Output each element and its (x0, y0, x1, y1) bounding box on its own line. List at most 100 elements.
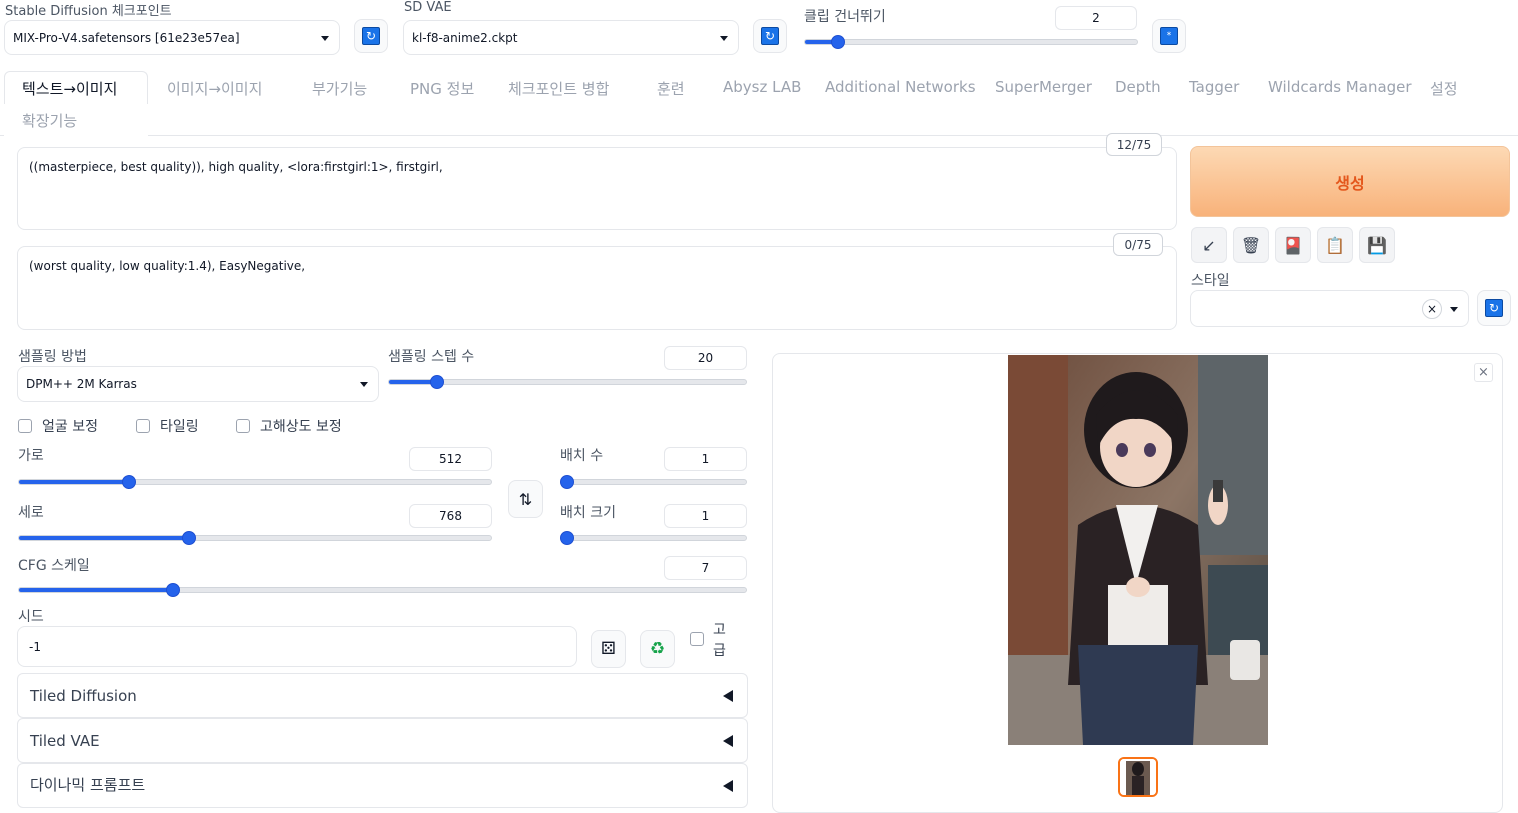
read-params-button[interactable]: ↙ (1191, 227, 1227, 263)
restore-faces-checkbox[interactable] (18, 419, 32, 433)
trash-icon: 🗑 (1240, 235, 1262, 255)
width-input[interactable]: 512 (409, 447, 492, 471)
hires-fix-checkbox[interactable] (236, 419, 250, 433)
cfg-scale-track[interactable] (18, 587, 747, 593)
restore-faces-label: 얼굴 보정 (42, 419, 98, 435)
refresh-icon: ↻ (362, 27, 380, 45)
sampling-steps-input[interactable]: 20 (664, 346, 747, 370)
accordion-tiled-vae[interactable]: Tiled VAE (17, 718, 748, 763)
cfg-scale-input[interactable]: 7 (664, 556, 747, 580)
generated-image-art (1008, 355, 1268, 745)
checkpoint-value: MIX-Pro-V4.safetensors [61e23e57ea] (13, 30, 240, 45)
tiling-label: 타일링 (160, 419, 199, 435)
extra-networks-button[interactable]: 🎴 (1275, 227, 1311, 263)
sampling-steps-thumb[interactable] (430, 375, 444, 389)
dice-icon: ⚄ (601, 639, 616, 659)
clip-skip-slider-thumb[interactable] (831, 35, 845, 49)
checkpoint-refresh-button[interactable]: ↻ (354, 19, 388, 53)
batch-size-thumb[interactable] (560, 531, 574, 545)
style-label: 스타일 (1191, 273, 1230, 289)
chevron-down-icon (360, 382, 368, 387)
recycle-icon: ♻ (649, 639, 666, 659)
save-style-button[interactable]: 💾 (1359, 227, 1395, 263)
generate-button[interactable]: 생성 (1190, 146, 1510, 217)
cards-icon: 🎴 (1283, 235, 1303, 255)
seed-input[interactable]: -1 (17, 626, 577, 667)
batch-count-thumb[interactable] (560, 475, 574, 489)
extra-seed-label-1: 고 (713, 622, 726, 638)
batch-size-input[interactable]: 1 (664, 504, 747, 528)
height-thumb[interactable] (182, 531, 196, 545)
tiling-checkbox[interactable] (136, 419, 150, 433)
width-label: 가로 (18, 448, 44, 464)
cfg-scale-thumb[interactable] (166, 583, 180, 597)
tab-divider (0, 135, 1518, 136)
refresh-icon: ↻ (761, 27, 779, 45)
tab-extensions[interactable]: 확장기능 (22, 110, 77, 131)
tab-extras[interactable]: 부가기능 (312, 78, 367, 99)
extra-seed-label-2: 급 (713, 643, 726, 659)
height-input[interactable]: 768 (409, 504, 492, 528)
seed-value: -1 (29, 639, 41, 654)
clip-skip-input[interactable]: 2 (1055, 6, 1137, 30)
prompt-token-counter: 12/75 (1106, 133, 1162, 156)
negative-token-counter: 0/75 (1113, 233, 1163, 256)
tab-train[interactable]: 훈련 (657, 78, 685, 99)
height-fill (19, 536, 190, 540)
gallery-close-button[interactable]: × (1474, 363, 1493, 382)
tab-depth[interactable]: Depth (1115, 78, 1161, 96)
apply-settings-button[interactable]: * (1152, 19, 1186, 53)
sampling-steps-label: 샘플링 스텝 수 (388, 349, 475, 365)
tab-txt2img[interactable]: 텍스트→이미지 (22, 78, 117, 99)
checkpoint-dropdown[interactable]: MIX-Pro-V4.safetensors [61e23e57ea] (4, 20, 340, 55)
batch-count-input[interactable]: 1 (664, 447, 747, 471)
chevron-down-icon (720, 35, 728, 41)
clip-skip-label: 클립 건너뛰기 (804, 9, 886, 25)
tab-settings[interactable]: 설정 (1430, 78, 1458, 99)
chevron-down-icon (321, 35, 329, 41)
batch-size-track[interactable] (560, 535, 747, 541)
tab-tagger[interactable]: Tagger (1189, 78, 1239, 96)
gallery-thumbnail[interactable] (1118, 757, 1158, 797)
tab-additional-networks[interactable]: Additional Networks (825, 78, 976, 96)
arrow-icon: ↙ (1202, 235, 1216, 255)
height-label: 세로 (18, 505, 44, 521)
batch-count-track[interactable] (560, 479, 747, 485)
clear-icon[interactable]: × (1422, 299, 1442, 319)
reuse-seed-button[interactable]: ♻ (640, 630, 675, 668)
style-refresh-button[interactable]: ↻ (1477, 290, 1511, 326)
random-seed-button[interactable]: ⚄ (591, 630, 626, 668)
clipboard-icon: 📋 (1325, 235, 1345, 255)
tab-checkpoint-merger[interactable]: 체크포인트 병합 (508, 78, 609, 99)
accordion-dynamic-prompts[interactable]: 다이나믹 프롬프트 (17, 763, 748, 808)
vae-label: SD VAE (404, 0, 452, 15)
style-dropdown[interactable]: × (1190, 290, 1469, 327)
width-track[interactable] (18, 479, 492, 485)
tab-img2img[interactable]: 이미지→이미지 (167, 78, 262, 99)
hires-fix-label: 고해상도 보정 (260, 419, 342, 435)
tab-abysz-lab[interactable]: Abysz LAB (723, 78, 801, 96)
extra-seed-checkbox[interactable] (690, 632, 704, 646)
save-icon: 💾 (1367, 235, 1387, 255)
width-thumb[interactable] (122, 475, 136, 489)
vae-dropdown[interactable]: kl-f8-anime2.ckpt (403, 20, 739, 55)
batch-count-label: 배치 수 (560, 448, 604, 464)
accordion-title: Tiled VAE (30, 731, 100, 750)
prompt-textarea[interactable]: ((masterpiece, best quality)), high qual… (17, 147, 1177, 230)
negative-prompt-textarea[interactable]: (worst quality, low quality:1.4), EasyNe… (17, 246, 1177, 330)
sampling-method-label: 샘플링 방법 (18, 349, 87, 365)
swap-dimensions-button[interactable]: ⇅ (508, 480, 543, 518)
clip-skip-slider-track[interactable] (804, 39, 1138, 45)
seed-label: 시드 (18, 609, 44, 625)
generated-image[interactable] (1008, 355, 1268, 745)
clear-prompt-button[interactable]: 🗑 (1233, 227, 1269, 263)
collapse-triangle-icon (723, 689, 733, 702)
height-track[interactable] (18, 535, 492, 541)
tab-supermerger[interactable]: SuperMerger (995, 78, 1092, 96)
apply-style-button[interactable]: 📋 (1317, 227, 1353, 263)
vae-refresh-button[interactable]: ↻ (753, 19, 787, 53)
tab-wildcards-manager[interactable]: Wildcards Manager (1268, 78, 1412, 96)
accordion-tiled-diffusion[interactable]: Tiled Diffusion (17, 673, 748, 718)
sampling-method-dropdown[interactable]: DPM++ 2M Karras (17, 366, 379, 402)
tab-png-info[interactable]: PNG 정보 (410, 78, 474, 99)
